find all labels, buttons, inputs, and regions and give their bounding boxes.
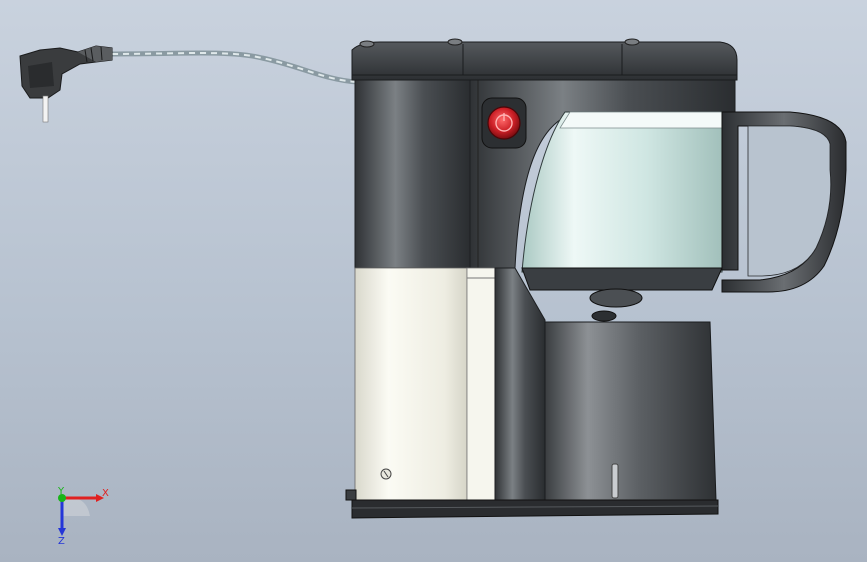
power-cord[interactable]: [111, 50, 358, 85]
model-canvas[interactable]: X Y Z: [0, 0, 867, 562]
z-axis-arrow-icon: [58, 528, 66, 536]
cad-viewport[interactable]: X Y Z: [0, 0, 867, 562]
water-reservoir[interactable]: [354, 267, 496, 509]
z-axis-label: Z: [58, 536, 65, 547]
axis-triad: X Y Z: [57, 486, 109, 547]
central-column[interactable]: [494, 267, 546, 509]
basket-handle[interactable]: [721, 111, 847, 293]
coffee-pot[interactable]: [544, 321, 717, 501]
x-axis-label: X: [102, 488, 109, 499]
filter-basket[interactable]: [521, 111, 731, 322]
top-lid[interactable]: [351, 38, 738, 81]
power-plug[interactable]: [19, 45, 113, 123]
power-button[interactable]: [481, 97, 527, 149]
y-axis-label: Y: [57, 486, 65, 497]
